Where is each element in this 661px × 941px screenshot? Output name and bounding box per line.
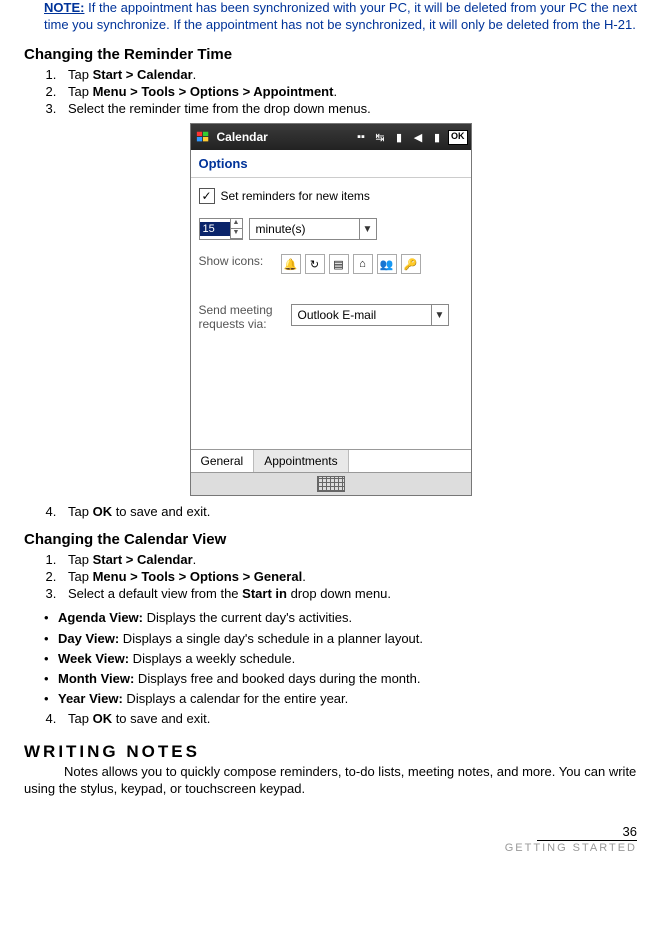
send-via-combo[interactable]: Outlook E-mail ▼ <box>291 304 449 326</box>
network-icon[interactable]: ▪▪ <box>353 129 369 145</box>
reminder-value: 15 <box>200 222 230 236</box>
view-bullets: Agenda View: Displays the current day's … <box>24 608 637 709</box>
start-icon[interactable] <box>194 128 212 146</box>
bullet-agenda: Agenda View: Displays the current day's … <box>58 608 637 628</box>
signal-icon[interactable]: ▮ <box>391 129 407 145</box>
reminders-label: Set reminders for new items <box>221 189 370 203</box>
tabs: General Appointments <box>191 449 471 472</box>
volume-icon[interactable]: ◀ <box>410 129 426 145</box>
tab-general[interactable]: General <box>191 450 255 472</box>
reminder-step-4: Tap OK to save and exit. <box>60 504 637 521</box>
chevron-down-icon: ▼ <box>431 305 448 325</box>
footer: 36 Getting Started <box>24 824 637 854</box>
page-number: 36 <box>24 824 637 839</box>
titlebar: Calendar ▪▪ ↹ ▮ ◀ ▮ OK <box>191 124 471 150</box>
reminder-steps-cont: Tap OK to save and exit. <box>24 504 637 521</box>
footer-section: Getting Started <box>24 842 637 854</box>
reminder-unit-value: minute(s) <box>256 222 306 236</box>
writing-para: Notes allows you to quickly compose remi… <box>24 764 637 798</box>
chevron-down-icon: ▼ <box>359 219 376 239</box>
battery-icon[interactable]: ▮ <box>429 129 445 145</box>
calview-steps: Tap Start > Calendar. Tap Menu > Tools >… <box>24 552 637 603</box>
send-via-label: Send meeting requests via: <box>199 304 285 330</box>
bullet-week: Week View: Displays a weekly schedule. <box>58 649 637 669</box>
options-header: Options <box>191 150 471 178</box>
bullet-month: Month View: Displays free and booked day… <box>58 669 637 689</box>
private-icon[interactable]: 🔑 <box>401 254 421 274</box>
reminder-step-2: Tap Menu > Tools > Options > Appointment… <box>60 84 637 101</box>
bullet-day: Day View: Displays a single day's schedu… <box>58 629 637 649</box>
show-icons-label: Show icons: <box>199 254 275 268</box>
calview-steps-cont: Tap OK to save and exit. <box>24 711 637 728</box>
connection-icon[interactable]: ↹ <box>372 129 388 145</box>
reminder-heading: Changing the Reminder Time <box>24 46 637 63</box>
calview-step-2: Tap Menu > Tools > Options > General. <box>60 569 637 586</box>
calview-heading: Changing the Calendar View <box>24 531 637 548</box>
calview-step-3: Select a default view from the Start in … <box>60 586 637 603</box>
note-text: If the appointment has been synchronized… <box>44 0 637 32</box>
note-icon[interactable]: ▤ <box>329 254 349 274</box>
tab-appointments[interactable]: Appointments <box>254 450 348 472</box>
reminder-value-stepper[interactable]: 15 ▲▼ <box>199 218 243 240</box>
calview-step-4: Tap OK to save and exit. <box>60 711 637 728</box>
bell-icon[interactable]: 🔔 <box>281 254 301 274</box>
recur-icon[interactable]: ↻ <box>305 254 325 274</box>
app-title: Calendar <box>217 130 268 144</box>
spin-buttons[interactable]: ▲▼ <box>230 219 242 239</box>
ok-button[interactable]: OK <box>448 130 468 145</box>
device-screenshot: Calendar ▪▪ ↹ ▮ ◀ ▮ OK Options ✓ Set rem… <box>190 123 472 495</box>
bullet-year: Year View: Displays a calendar for the e… <box>58 689 637 709</box>
keyboard-icon[interactable] <box>317 476 345 492</box>
location-icon[interactable]: ⌂ <box>353 254 373 274</box>
reminder-step-1: Tap Start > Calendar. <box>60 67 637 84</box>
note-block: NOTE: If the appointment has been synchr… <box>24 0 637 34</box>
reminder-step-3: Select the reminder time from the drop d… <box>60 101 637 118</box>
note-label: NOTE: <box>44 0 84 15</box>
reminder-steps: Tap Start > Calendar. Tap Menu > Tools >… <box>24 67 637 118</box>
reminder-unit-combo[interactable]: minute(s) ▼ <box>249 218 377 240</box>
reminders-checkbox[interactable]: ✓ <box>199 188 215 204</box>
writing-heading: Writing Notes <box>24 742 637 762</box>
sip-bar <box>191 472 471 495</box>
attendee-icon[interactable]: 👥 <box>377 254 397 274</box>
calview-step-1: Tap Start > Calendar. <box>60 552 637 569</box>
send-via-value: Outlook E-mail <box>298 308 377 322</box>
